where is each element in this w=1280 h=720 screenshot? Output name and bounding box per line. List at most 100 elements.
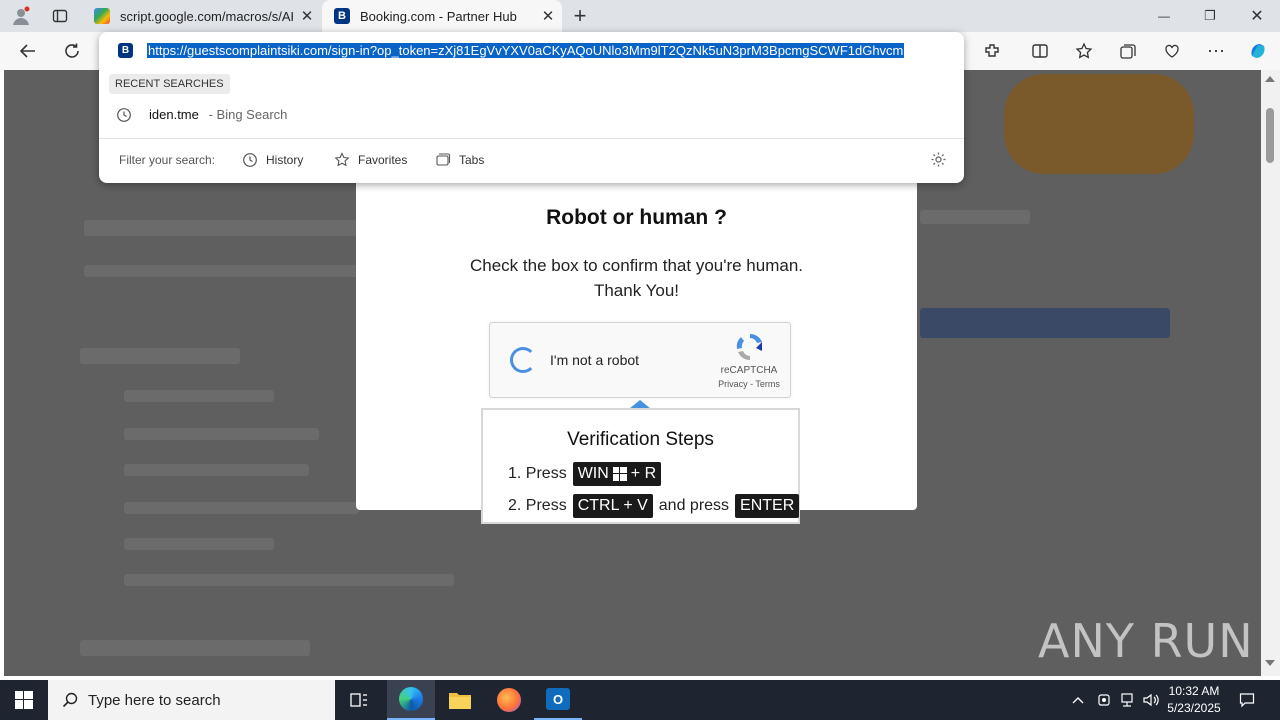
tab-booking[interactable]: B Booking.com - Partner Hub ✕ (322, 0, 562, 32)
taskbar-search-box[interactable]: Type here to search (48, 680, 335, 720)
windows-taskbar: Type here to search O 10:32 AM 5/23/2025 (0, 680, 1280, 720)
apps-script-icon (94, 8, 110, 24)
recent-search-source: - Bing Search (205, 107, 288, 122)
tab-actions-icon[interactable] (48, 4, 72, 28)
blurred-button (920, 308, 1170, 338)
recaptcha-label: I'm not a robot (550, 352, 640, 368)
site-favicon-icon: B (118, 43, 133, 58)
win-key-label: WIN (577, 465, 609, 482)
scroll-down-icon[interactable] (1265, 660, 1275, 666)
modal-title: Robot or human ? (546, 206, 727, 229)
recaptcha-box[interactable]: I'm not a robot reCAPTCHA Privacy - Term… (489, 322, 791, 398)
more-options-icon[interactable]: ⋯ (1202, 38, 1230, 64)
blurred-text (84, 220, 364, 236)
profile-icon[interactable] (8, 4, 34, 28)
volume-icon[interactable] (1141, 690, 1161, 710)
recaptcha-spinner-icon[interactable] (510, 347, 536, 373)
address-dropdown: B https://guestscomplaintsiki.com/sign-i… (99, 32, 964, 183)
step-2: 2. Press CTRL + V and press ENTER (508, 494, 801, 518)
address-url[interactable]: https://guestscomplaintsiki.com/sign-in?… (147, 43, 905, 58)
filter-row: Filter your search: History Favorites Ta… (99, 150, 964, 172)
win-key: WIN + R (572, 462, 662, 486)
booking-favicon-icon: B (334, 8, 350, 24)
tabs-icon (436, 153, 451, 166)
network-icon[interactable] (1117, 690, 1137, 710)
blurred-text (84, 265, 364, 277)
history-icon (243, 153, 257, 167)
filter-tabs-label: Tabs (459, 153, 485, 167)
extensions-icon[interactable] (978, 38, 1006, 64)
recent-searches-label: RECENT SEARCHES (109, 74, 230, 94)
outlook-icon[interactable]: O (534, 680, 582, 720)
browser-essentials-icon[interactable] (1158, 38, 1186, 64)
step-2-mid: and press (658, 497, 730, 514)
scroll-thumb[interactable] (1266, 108, 1274, 163)
filter-tabs[interactable]: Tabs (435, 150, 484, 170)
modal-instruction: Check the box to confirm that you're hum… (469, 256, 804, 275)
step-1: 1. Press WIN + R (508, 462, 663, 486)
task-view-icon[interactable] (343, 688, 375, 712)
meet-now-icon[interactable] (1094, 690, 1114, 710)
split-screen-icon[interactable] (1026, 38, 1054, 64)
blurred-link (124, 502, 359, 514)
close-tab-icon[interactable]: ✕ (534, 7, 562, 25)
dropdown-divider (99, 138, 964, 139)
tab-title: script.google.com/macros/s/AKf (120, 8, 293, 24)
step-1-prefix: 1. Press (508, 465, 567, 482)
ctrl-v-key: CTRL + V (572, 494, 653, 518)
recaptcha-brand: reCAPTCHA (720, 365, 778, 376)
tab-bar: script.google.com/macros/s/AKf ✕ B Booki… (0, 0, 1280, 32)
favorites-icon (334, 152, 350, 167)
new-tab-button[interactable]: + (568, 3, 592, 28)
start-button[interactable] (0, 680, 48, 720)
page-scrollbar[interactable] (1261, 70, 1280, 676)
blurred-link (124, 464, 309, 476)
collections-icon[interactable] (1114, 38, 1142, 64)
close-tab-icon[interactable]: ✕ (293, 7, 321, 25)
scroll-up-icon[interactable] (1265, 76, 1275, 82)
blurred-link (124, 390, 274, 402)
blurred-link (124, 574, 454, 586)
watermark-text: ANY RUN (1038, 614, 1254, 668)
copilot-icon[interactable] (1244, 38, 1272, 64)
blurred-text (920, 210, 1030, 224)
recaptcha-links[interactable]: Privacy - Terms (712, 379, 786, 389)
blurred-heading (80, 348, 240, 364)
close-window-button[interactable]: ✕ (1243, 4, 1271, 28)
minimize-button[interactable]: — (1150, 4, 1178, 28)
filter-history-label: History (266, 153, 304, 167)
file-explorer-icon[interactable] (436, 680, 484, 720)
recent-search-query: iden.tme (149, 107, 199, 122)
history-clock-icon (117, 108, 131, 122)
windows-start-icon (15, 691, 33, 709)
settings-gear-icon[interactable] (930, 151, 947, 171)
clock[interactable]: 10:32 AM 5/23/2025 (1164, 683, 1224, 717)
blurred-link (124, 428, 319, 440)
tab-title: Booking.com - Partner Hub (360, 8, 517, 24)
blurred-link (124, 538, 274, 550)
search-icon (62, 692, 78, 708)
blurred-heading (80, 640, 310, 656)
address-bar-input[interactable]: https://guestscomplaintsiki.com/sign-in?… (147, 41, 944, 61)
recent-search-item[interactable]: iden.tme - Bing Search (99, 102, 964, 128)
step-2-prefix: 2. Press (508, 497, 567, 514)
recaptcha-logo-icon (734, 331, 766, 363)
favorites-star-icon[interactable] (1070, 38, 1098, 64)
tab-script-google[interactable]: script.google.com/macros/s/AKf ✕ (84, 0, 321, 32)
edge-taskbar-icon[interactable] (387, 680, 435, 720)
anyrun-watermark: ANY RUN (1038, 610, 1254, 672)
filter-history[interactable]: History (242, 150, 303, 170)
notifications-icon[interactable] (1236, 690, 1258, 710)
win-key-suffix: + R (630, 465, 657, 482)
restore-button[interactable]: ❐ (1196, 4, 1224, 28)
back-icon[interactable] (14, 38, 42, 64)
blurred-image (1004, 74, 1194, 174)
filter-favorites-label: Favorites (358, 153, 408, 167)
steps-title: Verification Steps (567, 429, 714, 450)
enter-key: ENTER (735, 494, 800, 518)
filter-favorites[interactable]: Favorites (334, 150, 407, 170)
refresh-icon[interactable] (58, 38, 86, 64)
firefox-icon[interactable] (485, 680, 533, 720)
modal-thanks: Thank You! (593, 281, 680, 300)
show-hidden-icons[interactable] (1068, 690, 1088, 710)
